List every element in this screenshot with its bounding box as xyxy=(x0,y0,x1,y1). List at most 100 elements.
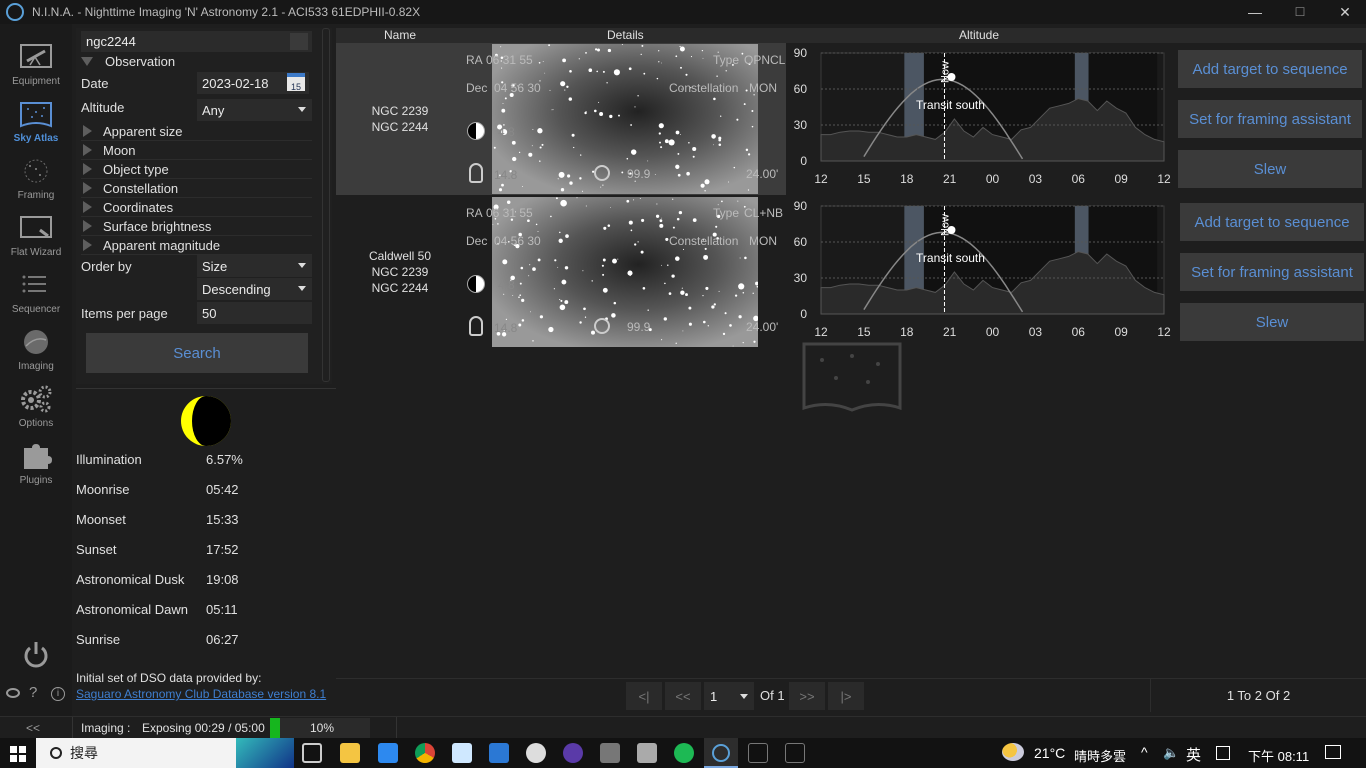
weather-temp[interactable]: 21°C xyxy=(1034,745,1065,761)
chrome-icon[interactable] xyxy=(415,743,435,763)
star xyxy=(672,226,675,229)
weather-icon[interactable] xyxy=(1002,743,1024,761)
nav-options[interactable]: Options xyxy=(0,376,72,433)
maximize-button[interactable]: ☐ xyxy=(1277,0,1323,24)
set-framing-assistant-button[interactable]: Set for framing assistant xyxy=(1180,253,1364,291)
header-name: Name xyxy=(384,28,417,42)
app-icon[interactable] xyxy=(526,743,546,763)
chevron-up-icon[interactable]: ^ xyxy=(1141,744,1148,760)
filter-clear-icon[interactable] xyxy=(290,33,308,50)
expander-moon[interactable]: Moon xyxy=(81,141,312,160)
status-bar: << Imaging : Exposing 00:29 / 05:00 10% xyxy=(0,716,1366,739)
star xyxy=(498,188,503,192)
star xyxy=(521,298,525,303)
star xyxy=(564,266,569,270)
nav-sequencer[interactable]: Sequencer xyxy=(0,262,72,319)
star xyxy=(659,141,661,144)
credit-link[interactable]: Saguaro Astronomy Club Database version … xyxy=(76,687,326,701)
altitude-value: Any xyxy=(202,102,225,118)
filter-scrollbar[interactable] xyxy=(322,28,330,382)
expander-constellation[interactable]: Constellation xyxy=(81,179,312,198)
nav-framing[interactable]: Framing xyxy=(0,148,72,205)
order-direction-select[interactable]: Descending xyxy=(197,278,312,300)
weather-desc[interactable]: 晴時多雲 xyxy=(1074,746,1126,765)
prev-page-button[interactable]: << xyxy=(665,682,701,710)
telescope-icon xyxy=(20,44,52,68)
expander-coordinates[interactable]: Coordinates xyxy=(81,198,312,217)
minimize-button[interactable]: — xyxy=(1232,0,1278,24)
expander-apparent-magnitude[interactable]: Apparent magnitude xyxy=(81,236,312,255)
expander-apparent-size[interactable]: Apparent size xyxy=(81,122,312,141)
app-icon[interactable] xyxy=(748,743,768,763)
nav-imaging[interactable]: Imaging xyxy=(0,319,72,376)
slew-button[interactable]: Slew xyxy=(1180,303,1364,341)
star xyxy=(568,97,573,101)
notepad-icon[interactable] xyxy=(452,743,472,763)
page-select[interactable]: 1 xyxy=(704,682,754,710)
file-explorer-icon[interactable] xyxy=(340,743,360,763)
ime-mode-icon[interactable] xyxy=(1216,746,1230,760)
power-icon[interactable] xyxy=(22,640,50,670)
altitude-select[interactable]: Any xyxy=(197,99,312,121)
info-icon[interactable]: i xyxy=(51,687,65,701)
ime-indicator[interactable]: 英 xyxy=(1186,744,1201,765)
nav-plugins[interactable]: Plugins xyxy=(0,433,72,490)
clock[interactable]: 下午 08:11 xyxy=(1248,746,1309,765)
nav-flat-wizard[interactable]: Flat Wizard xyxy=(0,205,72,262)
expander-surface-brightness[interactable]: Surface brightness xyxy=(81,217,312,236)
nav-equipment[interactable]: Equipment xyxy=(0,34,72,91)
add-target-to-sequence-button[interactable]: Add target to sequence xyxy=(1180,203,1364,241)
dec-value: 04 56 30 xyxy=(494,81,541,95)
notification-icon[interactable] xyxy=(1325,745,1341,759)
set-framing-assistant-button[interactable]: Set for framing assistant xyxy=(1178,100,1362,138)
calendar-icon[interactable]: 15 xyxy=(287,73,305,92)
help-icon[interactable]: ? xyxy=(29,684,37,701)
type-value: CL+NB xyxy=(744,206,784,220)
nav-label: Imaging xyxy=(18,361,54,372)
windows-start-icon[interactable] xyxy=(10,746,26,762)
taskbar-search-placeholder: 搜尋 xyxy=(70,745,98,761)
nina-taskbar-button[interactable] xyxy=(704,738,738,768)
star xyxy=(588,68,593,73)
nav-sky-atlas[interactable]: Sky Atlas xyxy=(0,91,72,148)
star xyxy=(539,160,541,162)
speaker-icon[interactable]: 🔈 xyxy=(1163,745,1179,761)
task-view-icon[interactable] xyxy=(302,743,322,763)
add-target-to-sequence-button[interactable]: Add target to sequence xyxy=(1178,50,1362,88)
observation-expander[interactable]: Observation xyxy=(81,52,317,71)
collapse-sidebar-button[interactable]: << xyxy=(26,721,40,735)
star xyxy=(501,183,504,187)
x-tick-label: 15 xyxy=(857,172,871,186)
last-page-button[interactable]: |> xyxy=(828,682,864,710)
taskbar-search-box[interactable]: 搜尋 xyxy=(36,738,294,768)
star xyxy=(704,190,706,192)
star xyxy=(692,155,695,158)
star xyxy=(502,259,508,265)
phd2-icon[interactable] xyxy=(674,743,694,763)
magnitude-value: 4.8 xyxy=(498,125,515,139)
app-icon[interactable] xyxy=(600,743,620,763)
result-row[interactable]: NGC 2239 NGC 2244 RA 06 31 55 Dec 04 56 … xyxy=(336,43,1366,195)
result-row[interactable]: Caldwell 50 NGC 2239 NGC 2244 RA 06 31 5… xyxy=(336,196,1366,348)
app-icon[interactable] xyxy=(785,743,805,763)
stellarium-icon[interactable] xyxy=(563,743,583,763)
order-by-select[interactable]: Size xyxy=(197,255,312,277)
app-icon[interactable] xyxy=(637,743,657,763)
next-page-button[interactable]: >> xyxy=(789,682,825,710)
slew-button[interactable]: Slew xyxy=(1178,150,1362,188)
star xyxy=(626,157,629,160)
star xyxy=(675,164,680,169)
items-per-page-input[interactable]: 50 xyxy=(197,302,312,324)
eye-icon[interactable] xyxy=(6,688,20,698)
app-icon[interactable] xyxy=(489,743,509,763)
star xyxy=(555,197,558,200)
close-button[interactable]: ✕ xyxy=(1322,0,1366,24)
app-icon[interactable] xyxy=(378,743,398,763)
astro-dusk-row: Astronomical Dusk 19:08 xyxy=(76,572,326,588)
expander-object-type[interactable]: Object type xyxy=(81,160,312,179)
search-button[interactable]: Search xyxy=(86,333,308,373)
x-tick-label: 18 xyxy=(900,325,914,339)
star xyxy=(639,198,641,199)
search-input[interactable]: ngc2244 xyxy=(81,31,312,52)
first-page-button[interactable]: <| xyxy=(626,682,662,710)
